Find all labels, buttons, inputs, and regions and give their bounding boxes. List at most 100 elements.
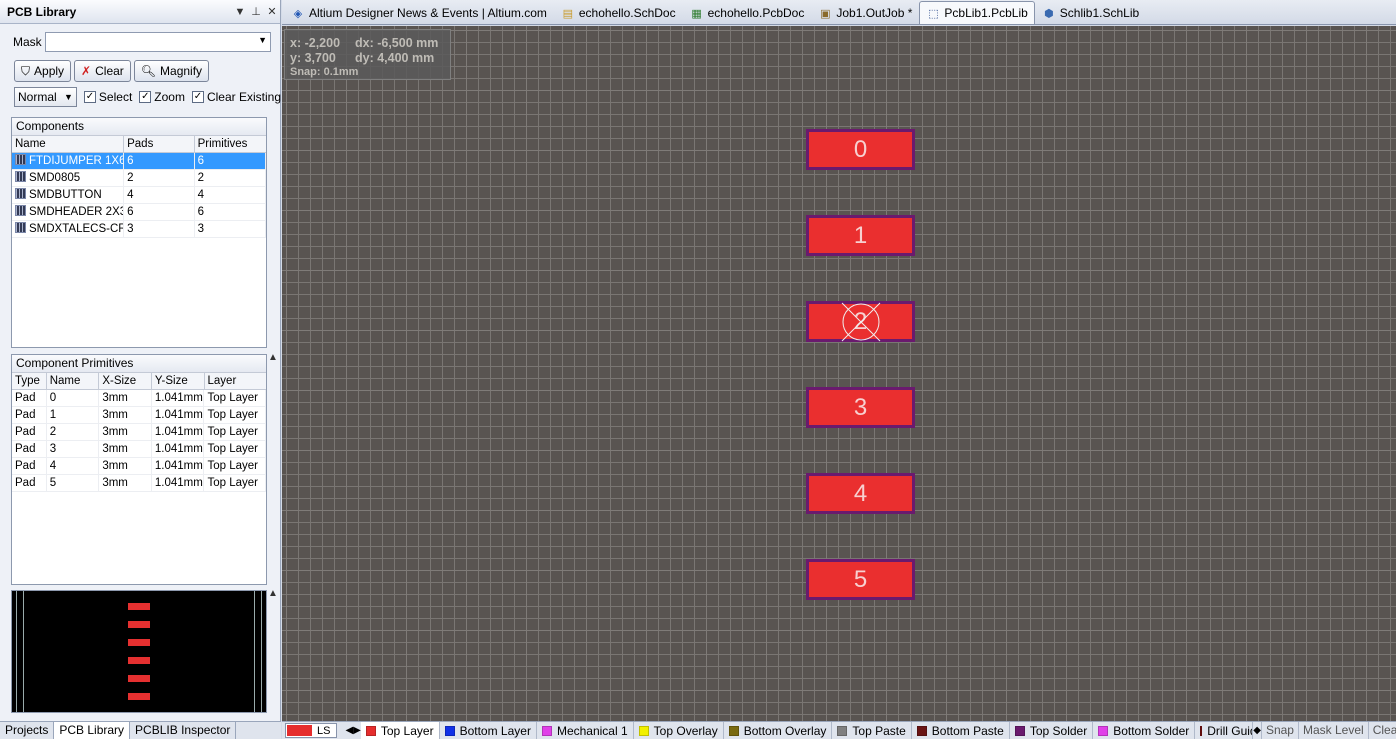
primitives-cell: 6 [195, 204, 266, 220]
magnify-button[interactable]: 🔍︎ Magnify [133, 60, 210, 82]
checkmark-icon[interactable]: ✓ [139, 91, 152, 103]
column-header-primitives[interactable]: Primitives [195, 136, 266, 152]
chevron-down-icon[interactable]: ▼ [258, 35, 267, 45]
pin-icon[interactable]: ⊥ [248, 5, 264, 18]
pad-0[interactable]: 0 [806, 129, 915, 170]
preview-pad [128, 693, 150, 700]
layer-tab-drill-guide[interactable]: Drill Guide [1195, 722, 1254, 739]
tab-echohello-pcbdoc[interactable]: ▦ echohello.PcbDoc [683, 1, 812, 24]
layer-tab-bottom-solder[interactable]: Bottom Solder [1093, 722, 1196, 739]
clear-mask-button[interactable]: Clear [1367, 722, 1396, 739]
pad-4[interactable]: 4 [806, 473, 915, 514]
layer-tab-mechanical-1[interactable]: Mechanical 1 [537, 722, 634, 739]
layer-tab-top-overlay[interactable]: Top Overlay [634, 722, 724, 739]
tab-label: Schlib1.SchLib [1059, 6, 1140, 20]
table-row[interactable]: SMDXTALECS-CR2- 3 3 [12, 221, 266, 238]
primitives-title: Component Primitives [12, 355, 266, 373]
table-row[interactable]: Pad 2 3mm 1.041mm Top Layer [12, 424, 266, 441]
checkmark-icon[interactable]: ✓ [191, 91, 204, 103]
preview-pad [128, 639, 150, 646]
pad-1[interactable]: 1 [806, 215, 915, 256]
magnify-icon: 🔍︎ [140, 64, 157, 78]
column-header-name[interactable]: Name [12, 136, 125, 152]
table-row[interactable]: SMDBUTTON 4 4 [12, 187, 266, 204]
layer-tab-bottom-overlay[interactable]: Bottom Overlay [724, 722, 833, 739]
layer-tab-bottom-layer[interactable]: Bottom Layer [440, 722, 537, 739]
zoom-checkbox[interactable]: ✓ Zoom [139, 90, 185, 104]
mask-label: Mask [13, 35, 42, 49]
table-row[interactable]: SMDHEADER 2X3 6 6 [12, 204, 266, 221]
type-cell: Pad [12, 458, 47, 474]
table-row[interactable]: FTDIJUMPER 1X6 6 6 [12, 153, 266, 170]
tab-job1-outjob[interactable]: ▣ Job1.OutJob * [811, 1, 919, 24]
web-icon: ◈ [293, 7, 303, 20]
name-cell: 0 [47, 390, 100, 406]
layer-color-swatch [1200, 725, 1203, 736]
layer-tab-top-layer[interactable]: Top Layer [360, 722, 440, 739]
layer-color-swatch [638, 725, 649, 736]
mask-input[interactable] [46, 33, 246, 51]
column-header-type[interactable]: Type [12, 373, 47, 389]
clear-button[interactable]: ✗ Clear [74, 60, 131, 82]
layer-tab-top-solder[interactable]: Top Solder [1010, 722, 1094, 739]
tab-schlib1[interactable]: ⬢ Schlib1.SchLib [1035, 1, 1146, 24]
name-cell: 1 [47, 407, 100, 423]
layer-set-icon[interactable]: ◆ [1253, 725, 1261, 736]
name-cell: 5 [47, 475, 100, 491]
mask-combobox[interactable]: ▼ [45, 32, 271, 52]
column-header-y-size[interactable]: Y-Size [152, 373, 205, 389]
layer-tab-top-paste[interactable]: Top Paste [832, 722, 912, 739]
y-coordinate: y: 3,700 [290, 51, 336, 65]
pcb-canvas[interactable]: x: -2,200 dx: -6,500 mm y: 3,700 dy: 4,4… [282, 26, 1396, 721]
column-header-layer[interactable]: Layer [205, 373, 266, 389]
x-size-cell: 3mm [99, 424, 152, 440]
layer-color-swatch [287, 725, 312, 736]
close-icon[interactable]: ✕ [264, 5, 280, 18]
tab-altium-news[interactable]: ◈ Altium Designer News & Events | Altium… [284, 1, 554, 24]
collapse-up-icon[interactable]: ▲ [268, 588, 278, 599]
mode-select[interactable]: Normal ▼ [14, 87, 77, 107]
table-row[interactable]: Pad 3 3mm 1.041mm Top Layer [12, 441, 266, 458]
tab-echohello-schdoc[interactable]: ▤ echohello.SchDoc [554, 1, 683, 24]
layer-tab-label: Bottom Overlay [743, 723, 827, 738]
tab-pcb-library[interactable]: PCB Library [54, 722, 131, 739]
table-row[interactable]: Pad 5 3mm 1.041mm Top Layer [12, 475, 266, 492]
preview-pad [128, 657, 150, 664]
checkmark-icon[interactable]: ✓ [83, 91, 96, 103]
column-header-x-size[interactable]: X-Size [99, 373, 152, 389]
layer-tab-bottom-paste[interactable]: Bottom Paste [912, 722, 1010, 739]
mask-level-button[interactable]: Mask Level [1297, 722, 1368, 739]
chevron-left-icon[interactable]: ◀ [345, 725, 353, 736]
select-checkbox[interactable]: ✓ Select [83, 90, 132, 104]
collapse-up-icon[interactable]: ▲ [268, 352, 278, 363]
tab-pcblib1[interactable]: ⬚ PcbLib1.PcbLib [919, 1, 1035, 24]
layer-tab-label: Top Layer [380, 723, 434, 738]
table-row[interactable]: Pad 4 3mm 1.041mm Top Layer [12, 458, 266, 475]
panel-tabs: Projects PCB Library PCBLIB Inspector [0, 721, 281, 739]
schematic-icon: ▤ [562, 7, 574, 20]
component-preview [11, 590, 267, 713]
table-row[interactable]: Pad 1 3mm 1.041mm Top Layer [12, 407, 266, 424]
panel-menu-icon[interactable]: ▼ [232, 6, 248, 18]
table-row[interactable]: SMD0805 2 2 [12, 170, 266, 187]
column-header-name[interactable]: Name [47, 373, 100, 389]
chevron-down-icon[interactable]: ▼ [64, 92, 73, 102]
tab-projects[interactable]: Projects [0, 722, 55, 739]
chevron-right-icon[interactable]: ▶ [353, 725, 361, 736]
pad-3[interactable]: 3 [806, 387, 915, 428]
tab-pcblib-inspector[interactable]: PCBLIB Inspector [130, 722, 237, 739]
clear-existing-checkbox[interactable]: ✓ Clear Existing [191, 90, 281, 104]
pad-5[interactable]: 5 [806, 559, 915, 600]
component-name-cell: FTDIJUMPER 1X6 [12, 153, 125, 169]
y-size-cell: 1.041mm [152, 475, 205, 491]
preview-pad [128, 675, 150, 682]
apply-button[interactable]: ⛉ Apply [14, 60, 72, 82]
layer-tabs-bar: LS ◀ ▶ Top Layer Bottom Layer Mechanical 1… [282, 721, 1396, 739]
current-layer-indicator[interactable]: LS [285, 723, 338, 738]
layer-color-swatch [728, 725, 739, 736]
table-row[interactable]: Pad 0 3mm 1.041mm Top Layer [12, 390, 266, 407]
snap-button[interactable]: Snap [1260, 722, 1298, 739]
pcb-icon: ▦ [691, 7, 702, 20]
column-header-pads[interactable]: Pads [124, 136, 195, 152]
primitives-cell: 6 [195, 153, 266, 169]
